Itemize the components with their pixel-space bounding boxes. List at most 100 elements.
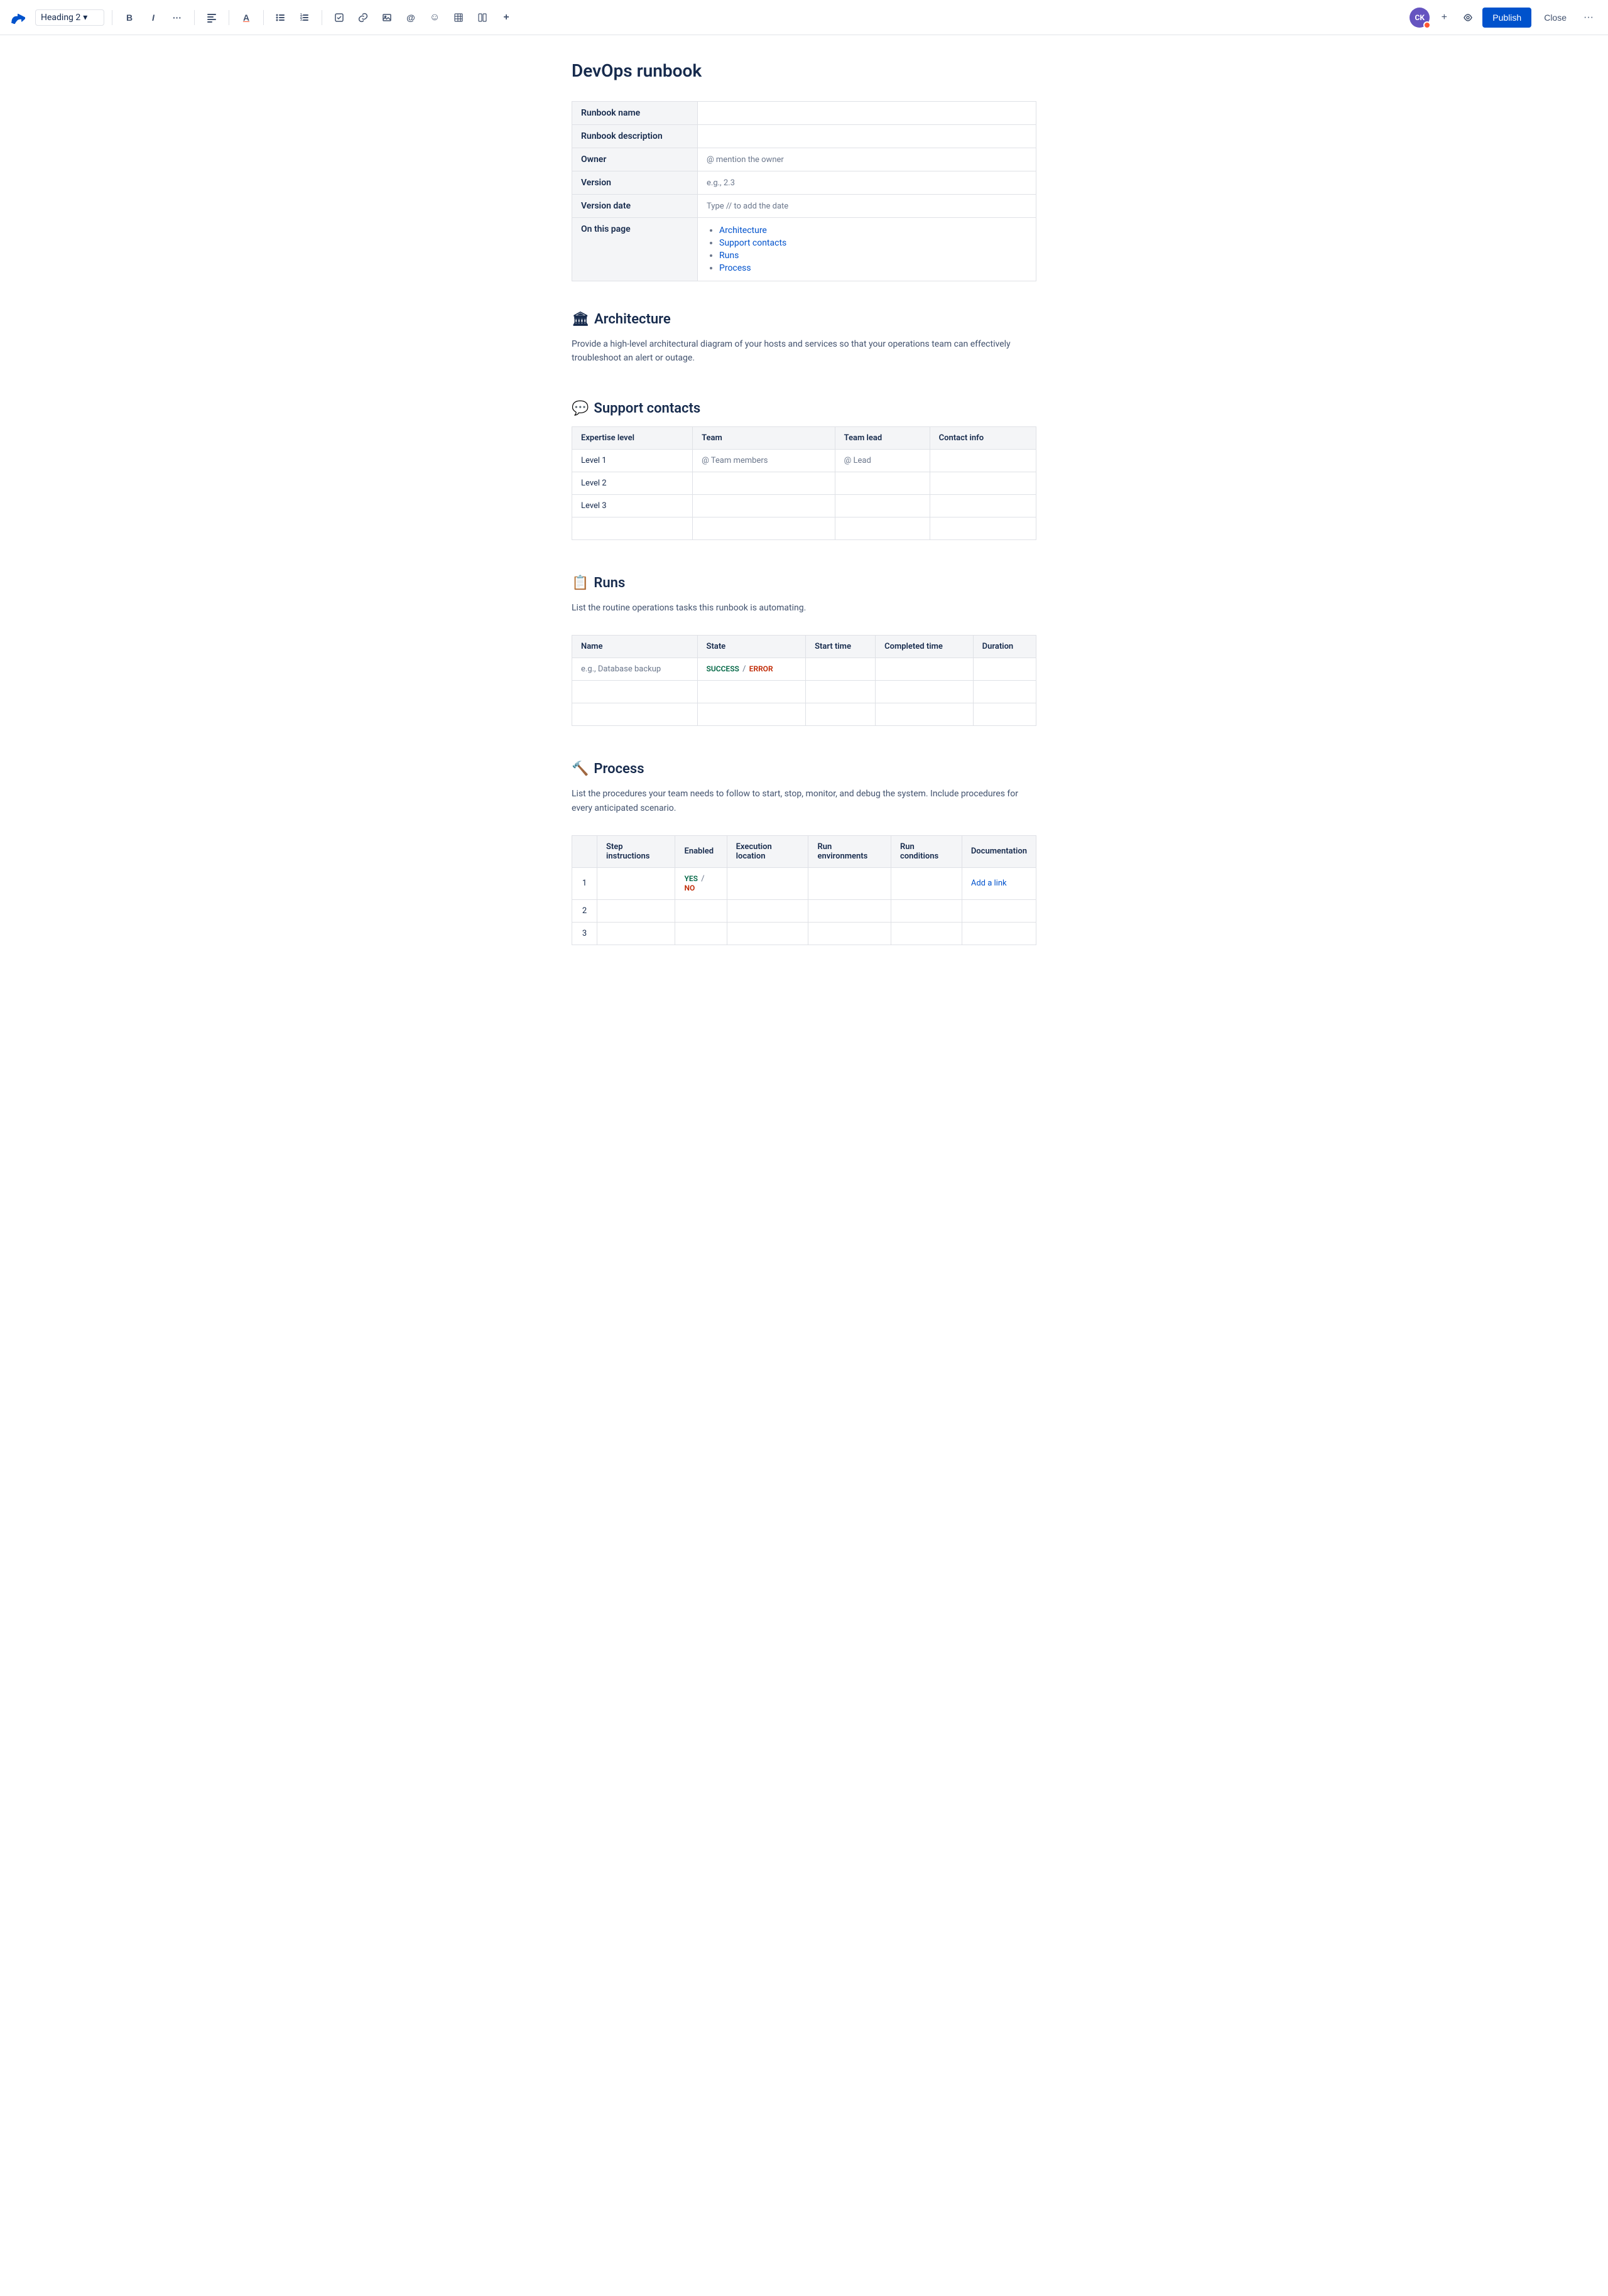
avatar-initials: CK [1415,13,1425,22]
cell-location-1[interactable] [727,867,808,899]
col-step-instructions: Step instructions [597,835,675,867]
cell-start-time-2[interactable] [806,681,876,703]
on-this-page-link-runs[interactable]: Runs [719,251,739,261]
table-row [572,703,1036,726]
cell-duration-2[interactable] [973,681,1036,703]
bold-button[interactable]: B [120,8,139,27]
cell-team-3[interactable] [693,494,835,517]
table-header-row: Step instructions Enabled Execution loca… [572,835,1036,867]
cell-enabled-2[interactable] [675,899,727,922]
number-list-button[interactable]: 1. 2. 3. [295,8,314,27]
cell-conditions-3[interactable] [891,922,962,945]
cell-start-time-3[interactable] [806,703,876,726]
cell-enabled-1[interactable]: YES / NO [675,867,727,899]
cell-run-state-3[interactable] [697,703,806,726]
architecture-section: 🏛 Architecture Provide a high-level arch… [572,311,1036,366]
more-format-button[interactable]: ··· [168,8,187,27]
cell-completed-time-1[interactable] [876,658,974,681]
chevron-down-icon: ▾ [83,13,87,23]
add-collaborator-button[interactable]: + [1435,8,1453,27]
cell-expertise-4[interactable] [572,517,693,539]
task-button[interactable] [330,8,349,27]
cell-run-state-1[interactable]: SUCCESS / ERROR [697,658,806,681]
mention-button[interactable]: @ [401,8,420,27]
avatar[interactable]: CK [1410,8,1430,28]
cell-environments-3[interactable] [808,922,891,945]
table-button[interactable] [449,8,468,27]
table-row: Owner @ mention the owner [572,148,1036,171]
cell-enabled-3[interactable] [675,922,727,945]
cell-documentation-1[interactable]: Add a link [962,867,1036,899]
info-value-runbook-desc[interactable] [698,125,1036,148]
cell-contact-2[interactable] [930,472,1036,494]
col-state: State [697,636,806,658]
confluence-logo-icon [10,10,25,25]
cell-expertise-3[interactable]: Level 3 [572,494,693,517]
cell-instructions-1[interactable] [597,867,675,899]
info-value-version-date[interactable]: Type // to add the date [698,195,1036,218]
publish-button[interactable]: Publish [1482,8,1531,28]
cell-completed-time-3[interactable] [876,703,974,726]
heading-select[interactable]: Heading 2 ▾ [35,9,104,26]
cell-expertise-1[interactable]: Level 1 [572,449,693,472]
cell-run-name-1[interactable]: e.g., Database backup [572,658,698,681]
cell-run-name-3[interactable] [572,703,698,726]
info-value-owner[interactable]: @ mention the owner [698,148,1036,171]
toolbar-right: CK + Publish Close ··· [1410,8,1598,28]
cell-team-1[interactable]: @ Team members [693,449,835,472]
image-button[interactable] [378,8,396,27]
overflow-menu-button[interactable]: ··· [1579,8,1598,27]
cell-lead-3[interactable] [835,494,930,517]
cell-documentation-3[interactable] [962,922,1036,945]
table-row: Runbook description [572,125,1036,148]
cell-expertise-2[interactable]: Level 2 [572,472,693,494]
col-team-lead: Team lead [835,426,930,449]
cell-environments-2[interactable] [808,899,891,922]
cell-contact-4[interactable] [930,517,1036,539]
text-color-button[interactable]: A [237,8,256,27]
runs-heading: 📋 Runs [572,575,1036,591]
cell-team-2[interactable] [693,472,835,494]
info-label-runbook-name: Runbook name [572,102,698,125]
cell-conditions-2[interactable] [891,899,962,922]
cell-instructions-3[interactable] [597,922,675,945]
cell-run-state-2[interactable] [697,681,806,703]
info-table: Runbook name Runbook description Owner @… [572,101,1036,281]
cell-instructions-2[interactable] [597,899,675,922]
watch-button[interactable] [1459,8,1477,27]
link-button[interactable] [354,8,372,27]
bullet-list-button[interactable] [271,8,290,27]
on-this-page-link-support-contacts[interactable]: Support contacts [719,238,786,248]
on-this-page-link-process[interactable]: Process [719,263,751,273]
layout-button[interactable] [473,8,492,27]
cell-duration-3[interactable] [973,703,1036,726]
cell-documentation-2[interactable] [962,899,1036,922]
cell-duration-1[interactable] [973,658,1036,681]
cell-lead-2[interactable] [835,472,930,494]
align-button[interactable] [202,8,221,27]
cell-completed-time-2[interactable] [876,681,974,703]
info-value-version[interactable]: e.g., 2.3 [698,171,1036,195]
cell-contact-3[interactable] [930,494,1036,517]
support-contacts-heading: 💬 Support contacts [572,401,1036,416]
close-button[interactable]: Close [1536,8,1574,28]
col-documentation: Documentation [962,835,1036,867]
info-value-runbook-name[interactable] [698,102,1036,125]
process-heading: 🔨 Process [572,761,1036,777]
cell-location-3[interactable] [727,922,808,945]
more-insert-button[interactable]: + [497,8,516,27]
on-this-page-link-architecture[interactable]: Architecture [719,225,767,236]
cell-location-2[interactable] [727,899,808,922]
emoji-button[interactable]: ☺ [425,8,444,27]
cell-contact-1[interactable] [930,449,1036,472]
cell-conditions-1[interactable] [891,867,962,899]
cell-start-time-1[interactable] [806,658,876,681]
cell-lead-4[interactable] [835,517,930,539]
cell-run-name-2[interactable] [572,681,698,703]
col-row-number [572,835,597,867]
page-title[interactable]: DevOps runbook [572,60,1036,81]
italic-button[interactable]: I [144,8,163,27]
cell-team-4[interactable] [693,517,835,539]
cell-environments-1[interactable] [808,867,891,899]
cell-lead-1[interactable]: @ Lead [835,449,930,472]
